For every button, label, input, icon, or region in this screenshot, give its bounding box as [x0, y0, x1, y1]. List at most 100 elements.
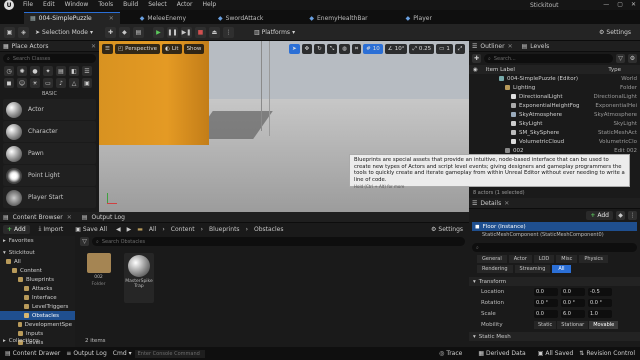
eject-icon[interactable]: ⏏ [208, 26, 220, 38]
scale-tool-icon[interactable]: ⤡ [326, 44, 338, 54]
volume-icon[interactable]: ▣ [82, 78, 92, 88]
transform-section[interactable]: ▾ Transform [469, 277, 640, 286]
select-tool-icon[interactable]: ➤ [289, 44, 300, 54]
breadcrumb-content[interactable]: Content [171, 226, 195, 233]
tab-meleeenemy[interactable]: ◆ MeleeEnemy [134, 12, 192, 24]
component-row[interactable]: StaticMeshComponent (StaticMeshComponent… [472, 232, 637, 239]
tab-content-browser[interactable]: Content Browser [13, 214, 63, 221]
filter-rendering[interactable]: Rendering [477, 265, 513, 273]
tab-swordattack[interactable]: ◆ SwordAttack [212, 12, 269, 24]
pause-icon[interactable]: ❚❚ [166, 26, 178, 38]
breadcrumb-all[interactable]: All [149, 226, 156, 233]
volumes-icon[interactable]: ◧ [69, 66, 79, 76]
console-input[interactable]: Enter Console Command [134, 349, 205, 358]
rotation-y[interactable]: 0.0 ° [561, 298, 585, 307]
outliner-row[interactable]: SkyLight SkyLight [469, 119, 640, 128]
close-icon[interactable]: ✕ [508, 43, 513, 50]
maximize-viewport-icon[interactable]: ⤢ [454, 44, 466, 54]
menu-window[interactable]: Window [60, 0, 94, 10]
add-filter-icon[interactable]: ✚ [472, 54, 481, 63]
tab-004-simplepuzzle[interactable]: ▦ 004-SimplePuzzle ✕ [24, 12, 120, 24]
more-options-icon[interactable]: ⋮ [222, 26, 234, 38]
folder-tree-item[interactable]: Content [0, 266, 75, 275]
unreal-logo-icon[interactable]: U [4, 0, 14, 10]
filter-streaming[interactable]: Streaming [514, 265, 551, 273]
character-icon[interactable]: ☺ [17, 78, 27, 88]
tab-output-log[interactable]: Output Log [91, 214, 124, 221]
revision-control-button[interactable]: ⇅ Revision Control [576, 348, 638, 359]
stop-icon[interactable]: ■ [194, 26, 206, 38]
close-icon[interactable]: ✕ [91, 43, 96, 50]
asset-search-input[interactable]: ⌕ Search Obstacles [92, 237, 465, 246]
filter-general[interactable]: General [477, 255, 507, 263]
details-search-input[interactable]: ⌕ [472, 243, 637, 252]
location-x[interactable]: 0.0 [534, 287, 558, 296]
folder-tree-item[interactable]: Blueprints [0, 275, 75, 284]
viewport-menu-button[interactable]: ☰ [102, 44, 113, 54]
menu-file[interactable]: File [18, 0, 38, 10]
location-label[interactable]: Location [481, 289, 531, 295]
mode-icon[interactable]: ◈ [18, 26, 29, 38]
scale-y[interactable]: 6.0 [561, 309, 585, 318]
sound-icon[interactable]: ♪ [56, 78, 66, 88]
filter-lod[interactable]: LOD [533, 255, 555, 263]
actor-item-pawn[interactable]: Pawn [3, 143, 96, 164]
tab-enemyhealthbar[interactable]: ◆ EnemyHealthBar [303, 12, 373, 24]
rotate-tool-icon[interactable]: ↻ [314, 44, 325, 54]
menu-help[interactable]: Help [198, 0, 222, 10]
lit-button[interactable]: ◐ Lit [162, 44, 182, 54]
column-item-label[interactable]: Item Label [486, 67, 515, 73]
show-button[interactable]: Show [183, 44, 205, 54]
favorites-header[interactable]: ▸ Favorites [0, 236, 75, 245]
filter-all[interactable]: All [552, 265, 571, 273]
menu-select[interactable]: Select [143, 0, 172, 10]
location-y[interactable]: 0.0 [561, 287, 585, 296]
menu-edit[interactable]: Edit [38, 0, 60, 10]
trace-button[interactable]: ◎ Trace [436, 348, 465, 359]
add-asset-button[interactable]: + Add [3, 224, 30, 234]
static-mesh-section[interactable]: ▾ Static Mesh [469, 332, 640, 341]
close-icon[interactable]: ✕ [67, 214, 72, 221]
location-z[interactable]: -0.5 [588, 287, 612, 296]
angle-snap-button[interactable]: ∠ 10° [384, 44, 408, 54]
import-button[interactable]: ⤓ Import [36, 224, 67, 235]
light-icon[interactable]: ☀ [30, 78, 40, 88]
grid-snap-button[interactable]: # 10 [363, 44, 383, 54]
scale-snap-button[interactable]: ⤢ 0.25 [409, 44, 435, 54]
lights-icon[interactable]: ✺ [17, 66, 27, 76]
save-icon[interactable]: ▣ [4, 26, 15, 38]
advance-frame-icon[interactable]: ▶❚ [180, 26, 192, 38]
filter-physics[interactable]: Physics [579, 255, 608, 263]
move-tool-icon[interactable]: ✥ [301, 44, 313, 54]
collections-header[interactable]: ▸ Collections [3, 338, 39, 344]
filter-icon[interactable]: ▽ [616, 54, 625, 63]
outliner-row[interactable]: 004-SimplePuzzle (Editor) World [469, 74, 640, 83]
tab-levels[interactable]: Levels [530, 43, 549, 50]
rotation-x[interactable]: 0.0 ° [534, 298, 558, 307]
settings-button[interactable]: ⚙ Settings [596, 27, 634, 38]
actor-item-player-start[interactable]: Player Start [3, 187, 96, 208]
output-log-button[interactable]: ≡ Output Log [63, 348, 110, 359]
menu-tools[interactable]: Tools [93, 0, 118, 10]
all-saved-button[interactable]: ▣ All Saved [535, 348, 577, 359]
content-settings-button[interactable]: ⚙ Settings [428, 224, 466, 235]
selection-mode-dropdown[interactable]: ➤ Selection Mode ▾ [32, 27, 96, 38]
selected-actor-row[interactable]: ◼ Floor (Instance) [472, 222, 637, 231]
outliner-search-input[interactable]: ⌕ Search... [484, 54, 613, 63]
play-icon[interactable]: ▶ [152, 26, 164, 38]
outliner-row[interactable]: SkyAtmosphere SkyAtmosphere [469, 110, 640, 119]
column-type[interactable]: Type [608, 67, 621, 73]
folder-tree-item[interactable]: DevelopmentSpe [0, 320, 75, 329]
visual-effects-icon[interactable]: ✦ [43, 66, 53, 76]
cube-icon[interactable]: ◼ [4, 78, 14, 88]
camera-speed-button[interactable]: ▭ 1 [436, 44, 453, 54]
all-classes-icon[interactable]: ☰ [82, 66, 92, 76]
scale-label[interactable]: Scale [481, 311, 531, 317]
folder-tree-item[interactable]: Inputs [0, 329, 75, 338]
recent-icon[interactable]: ◷ [4, 66, 14, 76]
quick-add-icon[interactable]: ✚ [104, 26, 116, 38]
class-search-input[interactable]: ⌕ Search Classes [3, 54, 96, 63]
folder-tree-item[interactable]: Interface [0, 293, 75, 302]
outliner-row[interactable]: SM_SkySphere StaticMeshAct [469, 128, 640, 137]
cmd-dropdown[interactable]: Cmd ▾ [110, 348, 135, 359]
